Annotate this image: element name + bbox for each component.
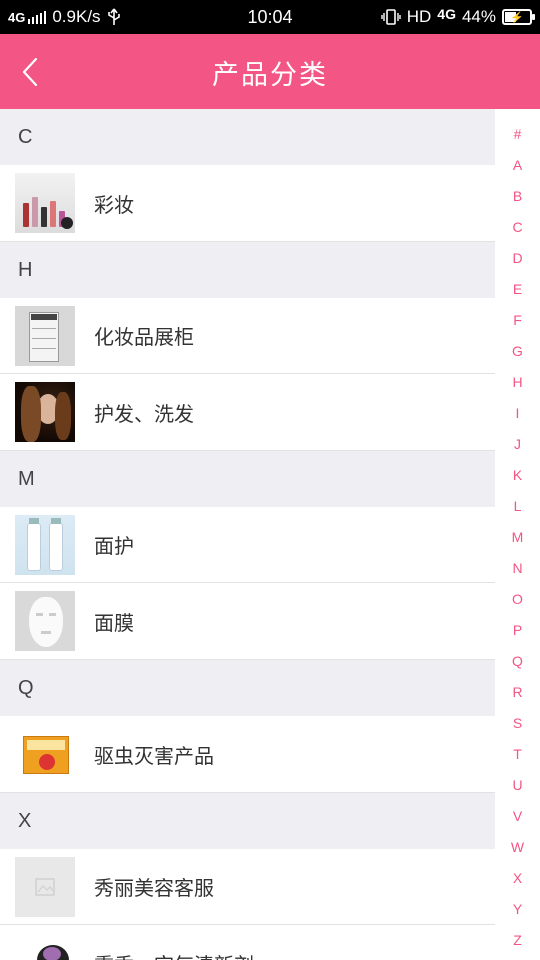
- makeup-thumbnail: [15, 173, 75, 233]
- list-item-label: 护发、洗发: [94, 401, 194, 426]
- list-item[interactable]: 秀丽美容客服: [0, 849, 495, 925]
- index-letter-i[interactable]: I: [495, 405, 540, 421]
- hair-thumbnail: [15, 382, 75, 442]
- list-item-label: 驱虫灭害产品: [94, 743, 214, 768]
- index-letter-f[interactable]: F: [495, 312, 540, 328]
- section-header-m: M: [0, 451, 495, 507]
- status-right: HD 4G 44% ⚡: [381, 0, 535, 34]
- list-item-label: 熏香、空气清新剂: [94, 949, 254, 960]
- list-item[interactable]: 熏香、空气清新剂: [0, 925, 495, 960]
- battery-percent: 44%: [461, 7, 496, 26]
- category-list: C 彩妆 H 化妆品展柜 护发、洗发 M 面护 面膜 Q 驱虫灭害产品 X 秀丽…: [0, 109, 495, 960]
- list-item-label: 化妆品展柜: [94, 325, 194, 349]
- battery-icon: ⚡: [502, 9, 535, 25]
- air-freshener-thumbnail: [15, 933, 75, 960]
- index-letter-p[interactable]: P: [495, 622, 540, 638]
- index-letter-hash[interactable]: #: [495, 126, 540, 142]
- status-bar: 4G 0.9K/s 10:04 HD 4G 44% ⚡: [0, 0, 540, 34]
- index-letter-j[interactable]: J: [495, 436, 540, 452]
- index-letter-t[interactable]: T: [495, 746, 540, 762]
- index-letter-w[interactable]: W: [495, 839, 540, 855]
- list-item[interactable]: 面护: [0, 507, 495, 583]
- list-item-label: 彩妆: [94, 192, 134, 217]
- network-type-2: 4G: [437, 6, 456, 22]
- index-letter-e[interactable]: E: [495, 281, 540, 297]
- cabinet-thumbnail: [15, 305, 75, 366]
- index-letter-d[interactable]: D: [495, 250, 540, 266]
- charging-bolt-icon: ⚡: [510, 11, 524, 24]
- index-letter-a[interactable]: A: [495, 157, 540, 173]
- section-header-x: X: [0, 793, 495, 849]
- list-item-label: 秀丽美容客服: [94, 876, 214, 900]
- index-letter-o[interactable]: O: [495, 591, 540, 607]
- app-header: 产品分类: [0, 34, 540, 109]
- page-title: 产品分类: [212, 60, 328, 91]
- index-letter-y[interactable]: Y: [495, 901, 540, 917]
- list-item[interactable]: 彩妆: [0, 165, 495, 241]
- image-placeholder-icon: [15, 856, 75, 917]
- list-item[interactable]: 护发、洗发: [0, 374, 495, 450]
- index-letter-q[interactable]: Q: [495, 653, 540, 669]
- list-item-label: 面膜: [94, 610, 134, 635]
- list-item[interactable]: 驱虫灭害产品: [0, 716, 495, 792]
- section-header-c: C: [0, 109, 495, 165]
- index-letter-l[interactable]: L: [495, 498, 540, 514]
- face-care-thumbnail: [15, 514, 75, 575]
- index-letter-u[interactable]: U: [495, 777, 540, 793]
- index-letter-x[interactable]: X: [495, 870, 540, 886]
- index-letter-z[interactable]: Z: [495, 932, 540, 948]
- list-item[interactable]: 化妆品展柜: [0, 298, 495, 374]
- index-letter-v[interactable]: V: [495, 808, 540, 824]
- index-letter-n[interactable]: N: [495, 560, 540, 576]
- face-mask-thumbnail: [15, 591, 75, 651]
- list-item-label: 面护: [94, 534, 134, 558]
- section-header-h: H: [0, 242, 495, 298]
- index-letter-h[interactable]: H: [495, 374, 540, 390]
- index-letter-r[interactable]: R: [495, 684, 540, 700]
- index-letter-m[interactable]: M: [495, 529, 540, 545]
- alphabet-index[interactable]: # A B C D E F G H I J K L M N O P Q R S T U V W X Y Z: [495, 109, 540, 960]
- section-header-q: Q: [0, 660, 495, 716]
- hd-indicator: HD: [406, 7, 432, 26]
- index-letter-b[interactable]: B: [495, 188, 540, 204]
- index-letter-c[interactable]: C: [495, 219, 540, 235]
- vibrate-icon: [381, 9, 401, 25]
- pest-control-thumbnail: [15, 724, 75, 784]
- index-letter-s[interactable]: S: [495, 715, 540, 731]
- index-letter-g[interactable]: G: [495, 343, 540, 359]
- list-item[interactable]: 面膜: [0, 583, 495, 659]
- index-letter-k[interactable]: K: [495, 467, 540, 483]
